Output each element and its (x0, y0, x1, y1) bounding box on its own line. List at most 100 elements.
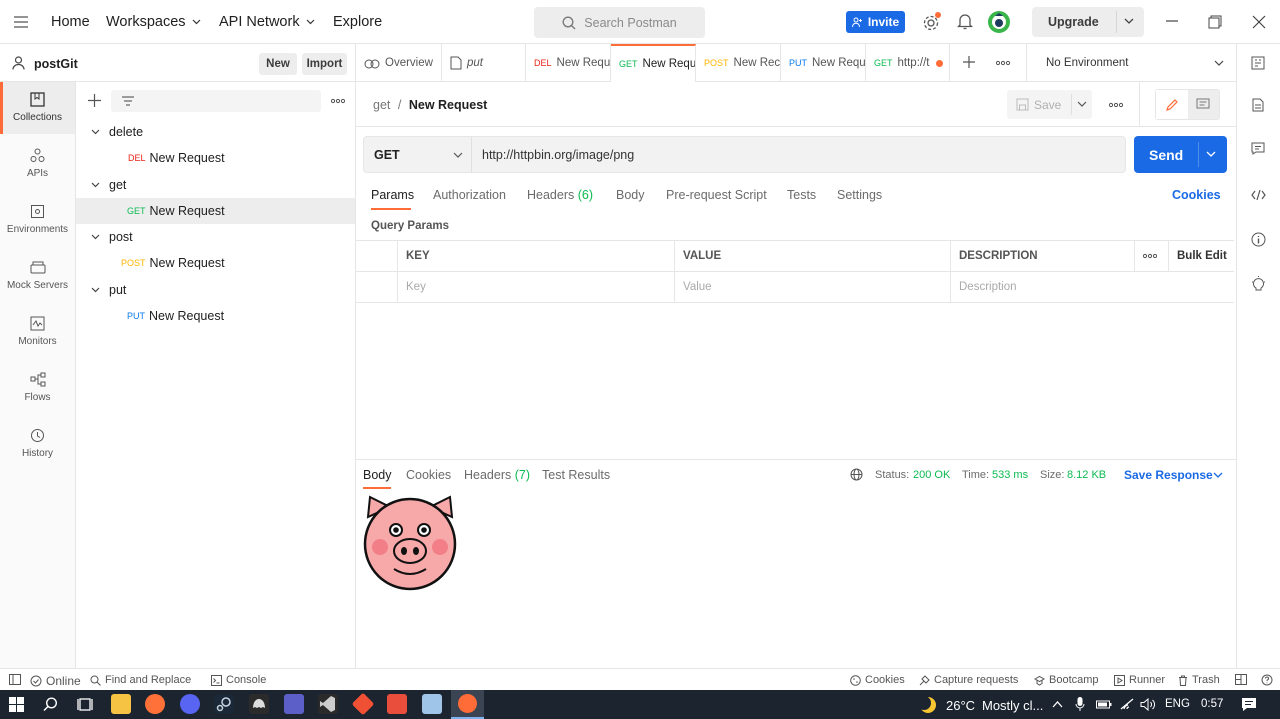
tab-headers[interactable]: Headers (6) (527, 188, 593, 202)
description-input[interactable]: Description (950, 272, 1234, 302)
request-put[interactable]: PUT New Request (76, 303, 355, 329)
response-tab-body[interactable]: Body (363, 468, 392, 482)
toggle-sidebar-icon[interactable] (9, 674, 21, 685)
sidebar-item-monitors[interactable]: Monitors (0, 306, 75, 358)
sidebar-item-apis[interactable]: APIs (0, 138, 75, 190)
settings-sliders-icon[interactable] (1251, 56, 1265, 70)
upgrade-button[interactable]: Upgrade (1032, 7, 1144, 37)
layout-icon[interactable] (1235, 674, 1247, 685)
search-input[interactable]: Search Postman (534, 7, 705, 38)
request-get[interactable]: GET New Request (76, 198, 355, 224)
clock[interactable]: 0:57 (1201, 698, 1223, 710)
trash-button[interactable]: Trash (1178, 674, 1220, 686)
cookies-button[interactable]: Cookies (850, 674, 905, 686)
bootcamp-button[interactable]: Bootcamp (1034, 674, 1099, 686)
close-icon[interactable] (1252, 15, 1266, 29)
folder-delete[interactable]: delete (76, 119, 355, 145)
breadcrumb-current[interactable]: New Request (409, 98, 488, 112)
chevron-down-icon[interactable] (1213, 472, 1223, 479)
import-button[interactable]: Import (302, 53, 347, 75)
sidebar-item-history[interactable]: History (0, 418, 75, 470)
edit-icon[interactable] (1156, 90, 1188, 119)
avatar-icon[interactable] (987, 10, 1011, 34)
new-button[interactable]: New (259, 53, 297, 75)
task-view-icon[interactable] (77, 697, 93, 712)
chevron-down-icon[interactable] (1206, 151, 1216, 158)
microphone-icon[interactable] (1075, 697, 1085, 712)
more-tabs-icon[interactable] (996, 60, 1010, 66)
postman-taskbar-item[interactable] (451, 690, 484, 719)
breadcrumb-parent[interactable]: get (373, 98, 390, 112)
tab-params[interactable]: Params (371, 188, 414, 202)
app-icon[interactable] (387, 694, 407, 714)
windows-start-icon[interactable] (9, 697, 24, 712)
tab-tests[interactable]: Tests (787, 188, 816, 202)
save-response-button[interactable]: Save Response (1124, 468, 1213, 482)
restore-icon[interactable] (1208, 15, 1222, 29)
sidebar-item-collections[interactable]: Collections (0, 82, 75, 134)
add-collection-icon[interactable] (88, 94, 101, 107)
more-options-icon[interactable] (1109, 102, 1123, 108)
tab-authorization[interactable]: Authorization (433, 188, 506, 202)
chevron-down-icon[interactable] (1124, 18, 1134, 25)
tab-body[interactable]: Body (616, 188, 645, 202)
save-button[interactable]: Save (1007, 90, 1092, 119)
time-value[interactable]: 533 ms (992, 469, 1028, 481)
lightbulb-icon[interactable] (1251, 276, 1266, 292)
info-icon[interactable] (1251, 232, 1266, 247)
invite-button[interactable]: Invite (846, 11, 905, 33)
firefox-icon[interactable] (145, 694, 165, 714)
sidebar-item-mock-servers[interactable]: Mock Servers (0, 250, 75, 302)
add-tab-icon[interactable] (962, 55, 976, 69)
cookies-link[interactable]: Cookies (1172, 188, 1221, 202)
capture-requests-button[interactable]: Capture requests (919, 674, 1018, 686)
request-post[interactable]: POST New Request (76, 250, 355, 276)
search-icon[interactable] (43, 697, 58, 712)
language-indicator[interactable]: ENG (1165, 698, 1190, 710)
help-icon[interactable] (1261, 674, 1273, 686)
online-status[interactable]: Online (30, 674, 81, 688)
more-options-icon[interactable] (331, 98, 345, 104)
comments-icon[interactable] (1251, 142, 1265, 155)
console-button[interactable]: Console (211, 674, 266, 686)
nav-workspaces[interactable]: Workspaces (106, 14, 201, 30)
git-icon[interactable] (351, 692, 375, 716)
tab-settings[interactable]: Settings (837, 188, 882, 202)
code-icon[interactable] (1251, 189, 1266, 201)
send-button[interactable]: Send (1134, 136, 1227, 173)
tab-get-url[interactable]: GET http://t (866, 44, 950, 82)
status-value[interactable]: 200 OK (913, 469, 950, 481)
response-tab-headers[interactable]: Headers (7) (464, 468, 530, 482)
filter-input[interactable] (111, 90, 321, 112)
sidebar-item-environments[interactable]: Environments (0, 194, 75, 246)
folder-post[interactable]: post (76, 224, 355, 250)
size-value[interactable]: 8.12 KB (1067, 469, 1106, 481)
folder-get[interactable]: get (76, 172, 355, 198)
notifications-icon[interactable] (1241, 697, 1257, 712)
key-input[interactable]: Key (397, 272, 674, 302)
sidebar-item-flows[interactable]: Flows (0, 362, 75, 414)
runner-button[interactable]: Runner (1114, 674, 1165, 686)
tab-pre-request-script[interactable]: Pre-request Script (666, 188, 767, 202)
chevron-up-icon[interactable] (1052, 700, 1063, 708)
chevron-down-icon[interactable] (1077, 101, 1087, 108)
folder-put[interactable]: put (76, 277, 355, 303)
battery-icon[interactable] (1096, 699, 1112, 710)
tab-delete-request[interactable]: DEL New Requ (526, 44, 611, 82)
workspace-name[interactable]: postGit (34, 57, 78, 71)
volume-icon[interactable] (1140, 698, 1156, 711)
steam-icon[interactable] (214, 694, 234, 714)
comment-icon[interactable] (1188, 90, 1219, 119)
request-delete[interactable]: DEL New Request (76, 145, 355, 171)
discord-icon[interactable] (180, 694, 200, 714)
wifi-icon[interactable] (1120, 698, 1134, 710)
ghost-app-icon[interactable] (249, 694, 269, 714)
nav-api-network[interactable]: API Network (219, 14, 315, 30)
find-replace-button[interactable]: Find and Replace (90, 674, 191, 686)
bell-icon[interactable] (957, 12, 973, 30)
nav-explore[interactable]: Explore (333, 14, 382, 30)
tab-put-folder[interactable]: put (442, 44, 526, 82)
teams-icon[interactable] (284, 694, 304, 714)
documentation-icon[interactable] (1252, 98, 1264, 112)
response-tab-test-results[interactable]: Test Results (542, 468, 610, 482)
